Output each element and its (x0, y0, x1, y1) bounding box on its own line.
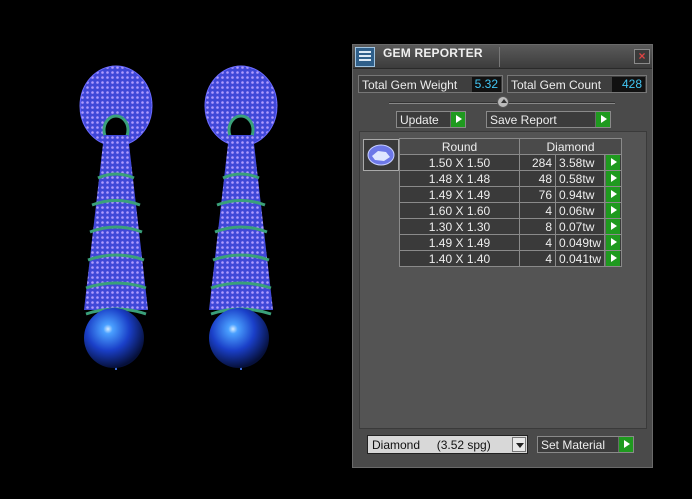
table-row[interactable]: 1.49 X 1.49 4 0.049tw (399, 234, 623, 251)
column-header-material: Diamond (518, 138, 623, 155)
save-report-button[interactable]: Save Report (486, 111, 611, 128)
gem-size: 1.60 X 1.60 (399, 202, 520, 219)
row-select-cell[interactable] (604, 202, 623, 219)
total-gem-weight-value: 5.32 (472, 77, 501, 92)
row-select-cell[interactable] (604, 234, 623, 251)
earring-right (204, 65, 278, 370)
row-select-cell[interactable] (604, 154, 623, 171)
row-select-cell[interactable] (604, 218, 623, 235)
play-arrow-icon[interactable] (605, 187, 621, 202)
play-arrow-icon[interactable] (605, 251, 621, 266)
play-arrow-icon[interactable] (605, 155, 621, 170)
play-arrow-icon[interactable] (605, 203, 621, 218)
total-gem-count-value: 428 (612, 77, 645, 92)
panel-titlebar[interactable]: GEM REPORTER × (353, 45, 652, 69)
row-select-cell[interactable] (604, 250, 623, 267)
gem-size: 1.30 X 1.30 (399, 218, 520, 235)
update-button[interactable]: Update (396, 111, 466, 128)
total-gem-weight: Total Gem Weight 5.32 (358, 75, 503, 93)
column-header-shape: Round (399, 138, 520, 155)
gem-size: 1.40 X 1.40 (399, 250, 520, 267)
total-gem-count: Total Gem Count 428 (507, 75, 647, 93)
gem-weight: 0.07tw (554, 218, 606, 235)
gem-count: 4 (519, 250, 556, 267)
gem-weight: 0.94tw (554, 186, 606, 203)
table-row[interactable]: 1.48 X 1.48 48 0.58tw (399, 170, 623, 187)
gem-count: 8 (519, 218, 556, 235)
total-gem-count-label: Total Gem Count (511, 78, 602, 92)
table-row[interactable]: 1.50 X 1.50 284 3.58tw (399, 154, 623, 171)
update-button-label: Update (400, 113, 439, 127)
row-select-cell[interactable] (604, 186, 623, 203)
material-select[interactable]: Diamond (3.52 spg) (367, 435, 528, 454)
table-row[interactable]: 1.49 X 1.49 76 0.94tw (399, 186, 623, 203)
gem-count: 76 (519, 186, 556, 203)
gem-weight: 0.041tw (554, 250, 606, 267)
row-select-cell[interactable] (604, 170, 623, 187)
gem-weight: 0.049tw (554, 234, 606, 251)
table-row[interactable]: 1.60 X 1.60 4 0.06tw (399, 202, 623, 219)
gem-size: 1.49 X 1.49 (399, 186, 520, 203)
play-arrow-icon[interactable] (605, 235, 621, 250)
set-material-button[interactable]: Set Material (537, 436, 634, 453)
gem-size: 1.48 X 1.48 (399, 170, 520, 187)
close-icon[interactable]: × (634, 49, 650, 64)
play-arrow-icon[interactable] (605, 219, 621, 234)
gem-reporter-icon (355, 47, 375, 67)
gem-weight: 3.58tw (554, 154, 606, 171)
play-arrow-icon[interactable] (450, 112, 465, 127)
gem-weight: 0.58tw (554, 170, 606, 187)
table-row[interactable]: 1.30 X 1.30 8 0.07tw (399, 218, 623, 235)
total-gem-weight-label: Total Gem Weight (362, 78, 458, 92)
play-arrow-icon[interactable] (618, 437, 633, 452)
gem-count: 284 (519, 154, 556, 171)
viewport-3d[interactable] (0, 0, 352, 499)
chevron-down-icon[interactable] (512, 437, 526, 452)
slider-knob-icon[interactable] (497, 96, 509, 108)
gem-count: 4 (519, 202, 556, 219)
set-material-button-label: Set Material (541, 438, 606, 452)
gem-count: 4 (519, 234, 556, 251)
panel-title: GEM REPORTER (383, 46, 483, 60)
save-report-button-label: Save Report (490, 113, 557, 127)
gem-size: 1.49 X 1.49 (399, 234, 520, 251)
gem-weight: 0.06tw (554, 202, 606, 219)
gem-size: 1.50 X 1.50 (399, 154, 520, 171)
round-gem-icon[interactable] (363, 139, 399, 171)
table-row[interactable]: 1.40 X 1.40 4 0.041tw (399, 250, 623, 267)
material-select-value: Diamond (3.52 spg) (372, 438, 491, 452)
title-divider (499, 47, 500, 67)
gem-reporter-panel: GEM REPORTER × Total Gem Weight 5.32 Tot… (352, 44, 653, 468)
gem-table: Round Diamond 1.50 X 1.50 284 3.58tw 1.4… (399, 138, 623, 267)
play-arrow-icon[interactable] (595, 112, 610, 127)
play-arrow-icon[interactable] (605, 171, 621, 186)
gem-count: 48 (519, 170, 556, 187)
earrings-render (79, 65, 278, 370)
table-header-row: Round Diamond (399, 138, 623, 155)
earring-left (79, 65, 153, 370)
